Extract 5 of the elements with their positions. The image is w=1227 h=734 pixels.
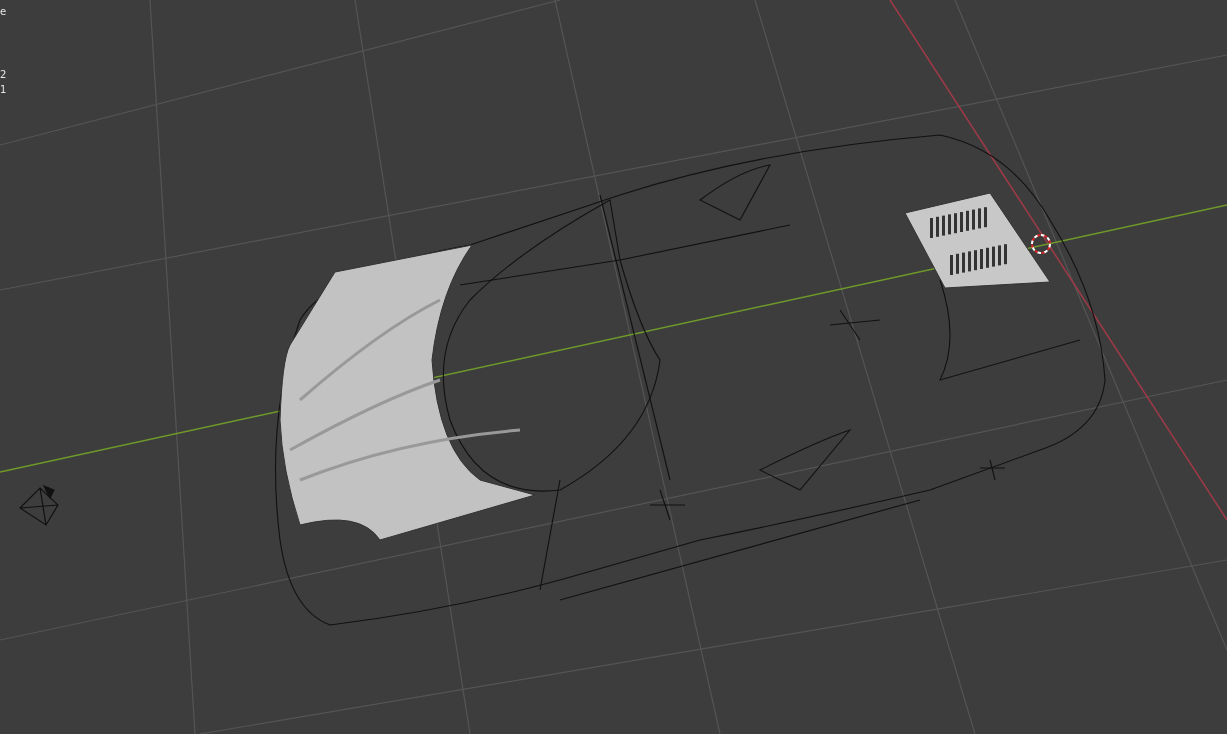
overlay-text: e	[0, 5, 7, 19]
camera-icon	[19, 484, 59, 526]
3d-cursor-icon	[1031, 234, 1051, 254]
overlay-text: 2	[0, 68, 7, 82]
overlay-text: 1	[0, 83, 7, 97]
